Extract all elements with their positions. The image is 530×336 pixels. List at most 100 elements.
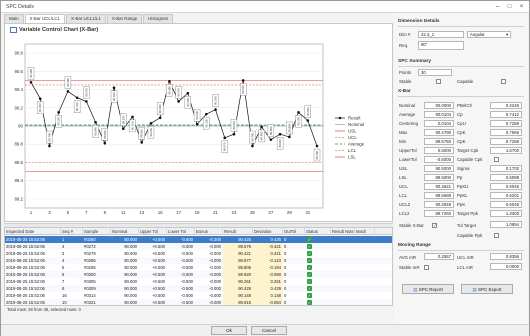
points-field[interactable]: 30 <box>418 69 452 76</box>
stat-field[interactable]: 0.2246 <box>490 102 522 109</box>
spc-export-button[interactable]: ▤ SPC Export <box>461 284 513 294</box>
data-label: 89.780 <box>250 132 254 141</box>
table-cell: 2019-08-25 15:52:06 <box>6 293 45 298</box>
data-label: 90.420 <box>112 92 116 101</box>
legend-marker <box>338 116 342 120</box>
column-header[interactable]: Status <box>305 228 331 235</box>
stat-field[interactable]: -0.5000 <box>424 156 454 163</box>
capable-checkbox[interactable] <box>501 79 506 84</box>
column-header[interactable]: OutTol <box>283 228 305 235</box>
stat-field[interactable]: 1.6700 <box>490 147 522 154</box>
stat-field[interactable]: 0.6201 <box>490 192 522 199</box>
stable-mr-checkbox[interactable] <box>424 265 429 270</box>
type-dropdown[interactable]: Angular <box>467 31 511 38</box>
spc-report-button[interactable]: ▤ SPC Report <box>402 284 454 294</box>
xbar-heading: X-Bar <box>398 89 411 94</box>
column-header[interactable]: Mach <box>355 228 375 235</box>
stat-field[interactable]: 0.6045 <box>490 183 522 190</box>
table-cell: 16 <box>62 293 67 298</box>
table-row[interactable]: 2019-08-25 15:52:06 7 #0305 90.000 +0.500 -0.… <box>5 278 392 285</box>
maximize-icon[interactable]: □ <box>505 3 514 11</box>
avg-mr-field[interactable]: 0.2557 <box>424 253 454 260</box>
stat-field[interactable]: 89.7260 <box>424 210 454 217</box>
table-cell: +0.500 <box>152 251 165 256</box>
minimize-icon[interactable]: – <box>493 3 502 11</box>
stat-field[interactable]: 0.7412 <box>490 111 522 118</box>
table-row[interactable]: 2019-08-25 15:52:06 4 #0286 90.000 +0.500 -0.… <box>5 257 392 264</box>
stat-field[interactable]: 1.3300 <box>490 210 522 217</box>
stat-field[interactable]: 90.4790 <box>424 129 454 136</box>
table-cell: 2019-08-25 15:52:06 <box>6 265 45 270</box>
column-header[interactable]: Bonus <box>195 228 223 235</box>
stat-field[interactable]: 0.7258 <box>490 120 522 127</box>
cancel-button[interactable]: Cancel <box>251 326 287 335</box>
data-label: 90.150 <box>297 117 301 126</box>
column-header[interactable]: Seq # <box>61 228 83 235</box>
table-cell: 2019-08-25 15:52:06 <box>6 258 45 263</box>
table-cell <box>355 271 375 278</box>
table-row[interactable]: 2019-08-25 15:52:06 6 #0300 90.000 +0.500 -0.… <box>5 271 392 278</box>
tab-xbar-range[interactable]: X-Bar Range <box>106 14 143 23</box>
stat-field[interactable]: 0.7258 <box>490 138 522 145</box>
chevron-down-icon[interactable]: ▾ <box>506 32 508 38</box>
stat-field[interactable]: 90.2948 <box>424 201 454 208</box>
stat-field[interactable]: 0.7565 <box>490 129 522 136</box>
points-label: Points <box>399 70 412 75</box>
lcl-mr-field[interactable]: 0.0000 <box>490 263 522 270</box>
column-header[interactable]: Lower Tol <box>167 228 195 235</box>
column-header[interactable]: Deviation <box>253 228 283 235</box>
stat-field[interactable]: 90.5000 <box>424 165 454 172</box>
table-cell <box>355 264 375 271</box>
table-cell: +0.500 <box>152 265 165 270</box>
table-cell <box>355 250 375 257</box>
table-row[interactable]: 2019-08-25 15:52:06 4 #0272 90.000 +0.500 -0.… <box>5 243 392 250</box>
stat-field[interactable]: 0.1702 <box>490 165 522 172</box>
close-icon[interactable]: × <box>517 3 526 11</box>
ucl-mr-field[interactable]: 0.8356 <box>490 253 522 260</box>
tab-xbar-ucl-lcl[interactable]: X-Bar UCL/LCL <box>24 14 66 23</box>
table-cell <box>331 299 355 305</box>
stat-field[interactable]: 0.5000 <box>424 147 454 154</box>
stat-field[interactable]: 90.4521 <box>424 183 454 190</box>
column-header[interactable]: Sample <box>83 228 111 235</box>
dim-field[interactable]: 22.3_1 <box>418 31 464 38</box>
lcl-mr-label: LCL mR <box>457 265 473 270</box>
column-header[interactable]: Nominal <box>111 228 139 235</box>
stat-field[interactable]: 89.5688 <box>424 192 454 199</box>
column-header[interactable]: Inspected Date <box>5 228 61 235</box>
req-field[interactable]: 90° <box>418 41 464 50</box>
stat-label: PpK <box>457 202 466 207</box>
stable-checkbox[interactable] <box>436 79 441 84</box>
stat-field[interactable]: 89.5000 <box>424 174 454 181</box>
stat-field[interactable]: 0.0104 <box>424 120 454 127</box>
stat-field[interactable]: 0.6045 <box>490 201 522 208</box>
table-cell: 8 <box>62 286 65 291</box>
tab-histogram[interactable]: Histogram <box>143 14 174 23</box>
column-header[interactable]: Upper Tol <box>139 228 167 235</box>
stat-field[interactable]: 90.0104 <box>424 111 454 118</box>
data-point <box>269 138 273 141</box>
table-row[interactable]: 2019-08-25 15:52:06 1 #0260 90.000 +0.500 -0.… <box>5 236 392 243</box>
stat-field[interactable]: 0.6098 <box>490 174 522 181</box>
table-cell: 4 <box>62 244 65 249</box>
tab-main[interactable]: Main <box>4 14 24 23</box>
table-cell: -0.500 <box>181 244 193 249</box>
data-label: 90.490 <box>167 86 171 95</box>
table-row[interactable]: 2019-08-25 15:52:06 8 #0309 90.000 +0.500 -0.… <box>5 285 392 292</box>
ok-button[interactable]: Ok <box>211 326 247 335</box>
stat-field[interactable]: 89.5750 <box>424 138 454 145</box>
table-row[interactable]: 2019-08-25 15:52:06 10 #0321 90.000 +0.500 -0… <box>5 299 392 305</box>
table-row[interactable]: 2019-08-25 15:52:06 16 #0314 90.000 +0.500 -0… <box>5 292 392 299</box>
table-row[interactable]: 2019-08-25 15:52:06 3 #0279 90.000 +0.500 -0.… <box>5 250 392 257</box>
stat-field[interactable]: 90.0000 <box>424 102 454 109</box>
tol-target-field[interactable]: 1.0894 <box>490 221 522 228</box>
table-row[interactable]: 2019-08-25 15:52:06 5 #0295 90.000 +0.500 -0.… <box>5 264 392 271</box>
capable-cpk-checkbox[interactable] <box>494 157 499 162</box>
stable-xbar-checkbox[interactable]: ✓ <box>432 223 437 229</box>
column-header[interactable]: Result <box>223 228 253 235</box>
capable-ppk-checkbox[interactable] <box>494 233 499 238</box>
column-header[interactable]: Result Note <box>331 228 355 235</box>
data-label: 89.780 <box>315 150 319 159</box>
table-cell <box>331 278 355 285</box>
tab-xbar-ucl1-l1[interactable]: X-Bar UCL1/L1 <box>66 14 106 23</box>
